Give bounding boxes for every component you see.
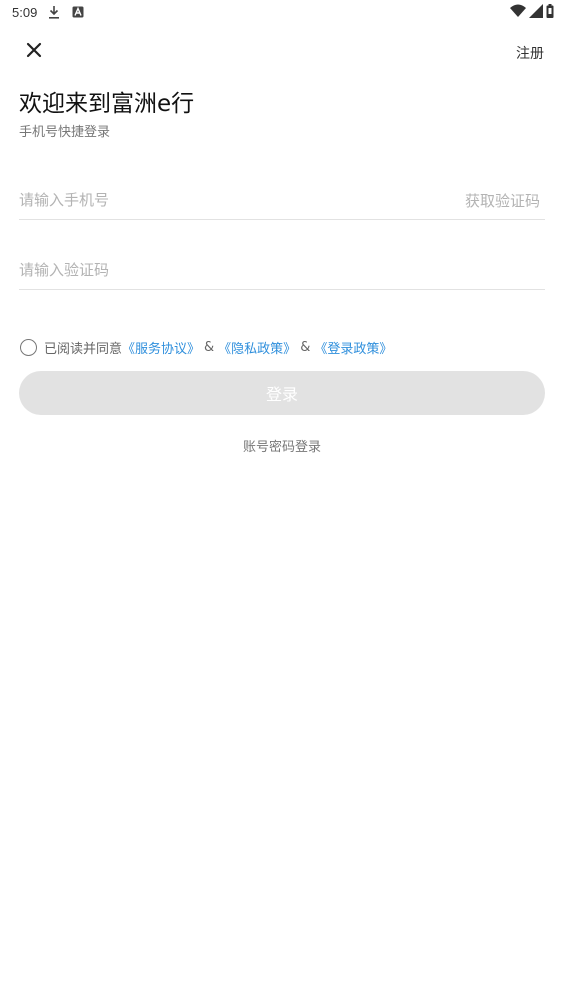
privacy-policy-link[interactable]: 《隐私政策》 — [218, 338, 296, 357]
amp-separator: & — [300, 340, 311, 355]
login-button-label: 登录 — [265, 385, 298, 404]
phone-field-row: 获取验证码 — [19, 180, 545, 220]
service-agreement-link[interactable]: 《服务协议》 — [122, 338, 200, 357]
page-subtitle: 手机号快捷登录 — [19, 125, 111, 140]
login-button[interactable]: 登录 — [19, 371, 545, 415]
signal-icon — [529, 4, 543, 22]
page-title: 欢迎来到富洲e行 — [19, 91, 195, 117]
status-time: 5:09 — [12, 4, 38, 20]
password-login-link[interactable]: 账号密码登录 — [0, 436, 564, 455]
login-policy-link[interactable]: 《登录政策》 — [314, 338, 392, 357]
register-link[interactable]: 注册 — [516, 43, 544, 63]
status-bar: 5:09 — [0, 0, 564, 24]
notification-a-icon — [71, 5, 85, 19]
get-code-button[interactable]: 获取验证码 — [465, 190, 540, 211]
status-right — [510, 4, 554, 22]
amp-separator: & — [204, 340, 215, 355]
download-icon — [47, 5, 61, 19]
close-button[interactable] — [22, 40, 46, 64]
close-icon — [26, 42, 42, 62]
agreement-row: 已阅读并同意 《服务协议》 & 《隐私政策》 & 《登录政策》 — [20, 338, 392, 357]
agree-radio[interactable] — [20, 339, 37, 356]
code-field-row — [19, 250, 545, 290]
battery-icon — [546, 4, 554, 22]
wifi-icon — [510, 4, 526, 22]
agreement-prefix: 已阅读并同意 — [44, 342, 123, 357]
verification-code-input[interactable] — [19, 260, 545, 279]
